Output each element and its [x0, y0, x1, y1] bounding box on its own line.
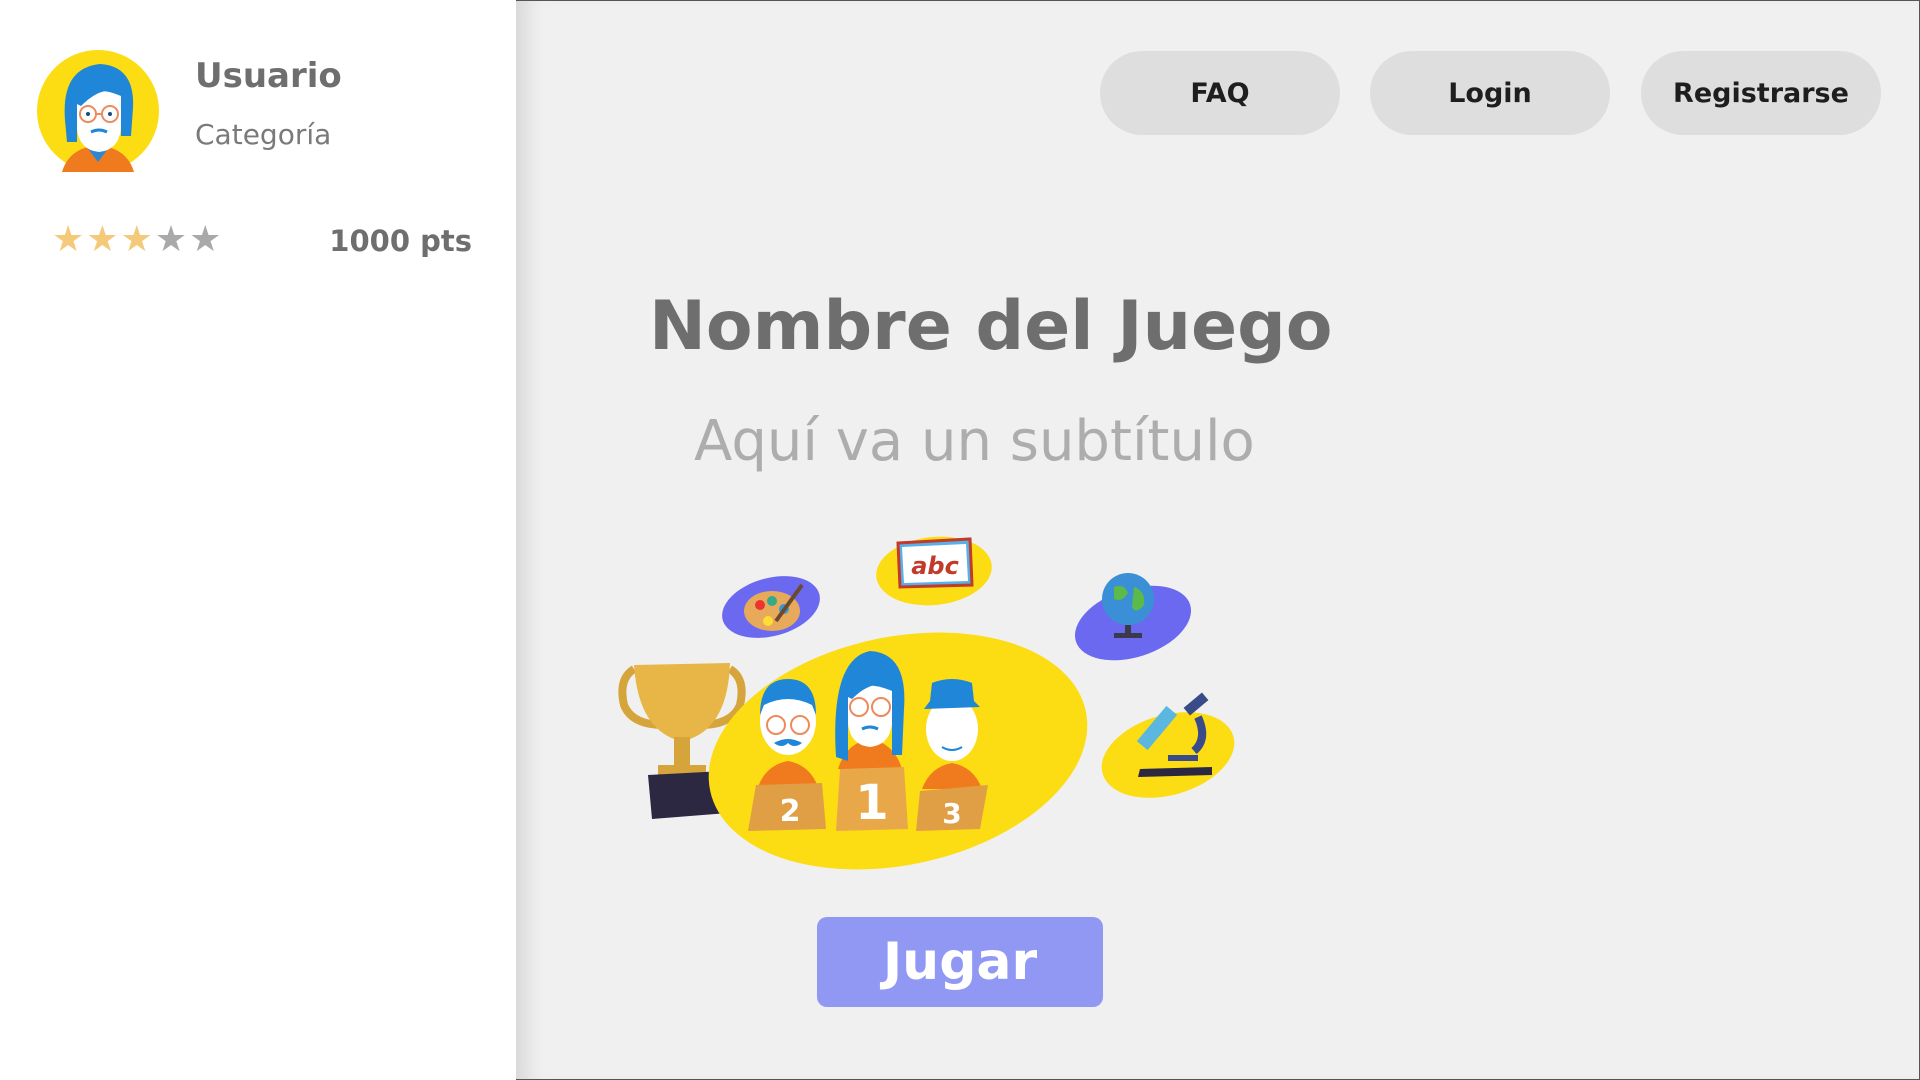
- star-filled-icon: ★: [86, 219, 119, 260]
- user-category: Categoría: [195, 118, 332, 151]
- book-icon: abc: [876, 536, 992, 606]
- user-name: Usuario: [195, 56, 342, 96]
- star-filled-icon: ★: [52, 219, 85, 260]
- podium-label-first: 1: [855, 775, 888, 831]
- login-button[interactable]: Login: [1370, 51, 1610, 135]
- user-avatar[interactable]: [37, 50, 159, 172]
- podium-label-third: 3: [942, 797, 961, 830]
- podium-illustration: 2 1 3: [708, 632, 1088, 870]
- book-label: abc: [911, 552, 959, 580]
- user-points: 1000 pts: [329, 224, 472, 258]
- game-illustration: abc 2 1 3: [618, 536, 1235, 870]
- register-button[interactable]: Registrarse: [1641, 51, 1881, 135]
- star-filled-icon: ★: [120, 219, 153, 260]
- globe-icon: [1074, 573, 1192, 661]
- game-title: Nombre del Juego: [649, 287, 1333, 366]
- palette-icon: [722, 576, 820, 638]
- play-button[interactable]: Jugar: [817, 917, 1103, 1007]
- faq-button[interactable]: FAQ: [1100, 51, 1340, 135]
- user-rating-stars: ★ ★ ★ ★ ★: [52, 220, 221, 260]
- star-empty-icon: ★: [154, 219, 188, 260]
- user-sidebar: Usuario Categoría ★ ★ ★ ★ ★ 1000 pts: [0, 0, 516, 1080]
- podium-label-second: 2: [780, 794, 801, 829]
- microscope-icon: [1101, 692, 1235, 798]
- main-panel: FAQ Login Registrarse Nombre del Juego A…: [516, 0, 1920, 1080]
- star-empty-icon: ★: [189, 219, 222, 260]
- game-subtitle: Aquí va un subtítulo: [694, 409, 1255, 474]
